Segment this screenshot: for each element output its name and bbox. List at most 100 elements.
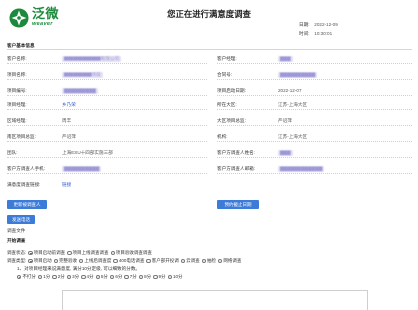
- field-label: 合同号:: [217, 72, 233, 77]
- row-divider: [217, 125, 412, 126]
- survey-category-option[interactable]: 网络调查: [218, 258, 241, 264]
- row-divider: [7, 79, 207, 80]
- row-divider: [217, 63, 412, 64]
- date-value: 2022-12-09: [314, 22, 338, 27]
- field-label: 客户方调查人姓名:: [217, 150, 256, 155]
- radio-button-icon[interactable]: [17, 274, 22, 280]
- radio-button-icon[interactable]: [81, 274, 86, 280]
- field-value: 上海ESU十四部实施三部: [62, 150, 113, 155]
- score-option-label: 4分: [86, 274, 94, 279]
- date-row: 日期: 2022-12-09: [299, 22, 338, 28]
- field-value: ▇▇▇▇▇▇▇▇▇▇▇▇: [278, 166, 325, 172]
- survey-type-row: 调查状态: 项目启动前调查 项目上线调查调查 项目验收调查调查: [7, 250, 154, 256]
- score-option[interactable]: 6分: [109, 274, 122, 280]
- survey-category-option-label: 上线后调查度: [84, 258, 112, 263]
- field-label: 项目名称:: [7, 72, 27, 77]
- survey-type-option-label: 项目启动前调查: [33, 250, 66, 255]
- survey-link[interactable]: 链接: [62, 182, 71, 188]
- radio-button-icon[interactable]: [66, 274, 72, 280]
- row-divider: [217, 79, 412, 80]
- field-value: ▇▇▇▇▇▇项目: [62, 72, 103, 78]
- update-contact-button[interactable]: 更新被调查人: [7, 200, 47, 209]
- field-value: 乡乃荣: [62, 102, 76, 107]
- score-option[interactable]: 4分: [81, 274, 94, 280]
- survey-type-option-label: 项目上线调查调查: [72, 250, 109, 255]
- score-option-label: 不打分: [22, 274, 36, 279]
- field-value: ▇▇▇: [278, 56, 293, 62]
- comment-textarea[interactable]: [62, 290, 368, 310]
- survey-category-option-label: 网络调查: [223, 258, 242, 263]
- radio-button-icon[interactable]: [67, 250, 72, 256]
- survey-category-option[interactable]: 项目启动: [28, 258, 52, 264]
- survey-category-option[interactable]: 上线后调查度: [79, 258, 111, 264]
- radio-button-icon[interactable]: [180, 258, 186, 264]
- survey-category-option[interactable]: 400电话调查: [113, 258, 144, 264]
- date-label: 日期:: [299, 22, 310, 27]
- radio-button-icon[interactable]: [95, 274, 100, 280]
- survey-category-option-label: 400电话调查: [118, 258, 145, 263]
- score-option-label: 9分: [158, 274, 166, 279]
- field-value: 江苏-上海大区: [278, 134, 308, 139]
- survey-type-option[interactable]: 项目启动前调查: [28, 250, 65, 256]
- radio-button-icon[interactable]: [153, 274, 158, 280]
- row-divider: [7, 173, 207, 174]
- survey-type-option[interactable]: 项目上线调查调查: [67, 250, 109, 256]
- radio-button-icon[interactable]: [37, 274, 43, 280]
- time-value: 10:30:01: [314, 31, 333, 36]
- field-value: ▇▇▇▇▇▇▇▇▇▇: [278, 72, 318, 78]
- field-label: 团队:: [7, 150, 18, 155]
- radio-button-icon[interactable]: [53, 258, 59, 264]
- radio-button-icon[interactable]: [28, 250, 33, 256]
- row-divider: [217, 109, 412, 110]
- radio-button-icon[interactable]: [218, 258, 223, 264]
- radio-button-icon[interactable]: [201, 258, 206, 264]
- field-label: 项目经理:: [7, 102, 27, 107]
- score-option[interactable]: 9分: [153, 274, 166, 280]
- radio-button-icon[interactable]: [146, 258, 151, 264]
- field-value: 2022-12-07: [278, 88, 302, 93]
- radio-button-icon[interactable]: [52, 274, 57, 280]
- score-option[interactable]: 3分: [66, 274, 79, 280]
- survey-category-option[interactable]: 云调查: [180, 258, 200, 264]
- score-option[interactable]: 10分: [167, 274, 182, 280]
- score-option[interactable]: 5分: [95, 274, 108, 280]
- survey-type-option[interactable]: 项目验收调查调查: [110, 250, 152, 256]
- extend-deadline-button[interactable]: 预约截止日期: [217, 200, 259, 209]
- field-label: 南区项目总监:: [7, 134, 36, 139]
- field-value: 周丰: [62, 118, 72, 123]
- survey-category-option-label: 云调查: [186, 258, 200, 263]
- radio-button-icon[interactable]: [167, 274, 172, 280]
- survey-category-option[interactable]: 完整验收: [53, 258, 78, 264]
- score-option-label: 1分: [43, 274, 51, 279]
- radio-button-icon[interactable]: [79, 258, 84, 264]
- radio-button-icon[interactable]: [138, 274, 144, 280]
- attachment-label: 调查文件: [7, 228, 26, 233]
- survey-category-option-label: 完整验收: [59, 258, 78, 263]
- logo-en-text: weaver: [32, 21, 53, 28]
- score-option[interactable]: 1分: [37, 274, 51, 280]
- score-option[interactable]: 不打分: [17, 274, 36, 280]
- row-divider: [7, 63, 207, 64]
- question-1-text: 1、对项目经理来说满意度, 满分10分定级, 可以细致的分数。: [17, 266, 141, 271]
- score-option-label: 2分: [57, 274, 65, 279]
- survey-category-option-label: 客户部开投调: [151, 258, 179, 263]
- field-label: 客户经理:: [217, 56, 237, 61]
- survey-category-option[interactable]: 抽检: [201, 258, 216, 264]
- score-option-label: 7分: [129, 274, 137, 279]
- row-divider: [217, 173, 412, 174]
- radio-button-icon[interactable]: [110, 250, 115, 256]
- survey-category-label: 调查类型:: [7, 258, 27, 263]
- score-option[interactable]: 8分: [138, 274, 151, 280]
- field-label: 区域经理:: [7, 118, 27, 123]
- field-label: 客户方调查人手机:: [7, 166, 46, 171]
- radio-button-icon[interactable]: [28, 258, 33, 264]
- radio-button-icon[interactable]: [109, 274, 115, 280]
- score-option[interactable]: 2分: [52, 274, 65, 280]
- survey-category-option[interactable]: 客户部开投调: [146, 258, 179, 264]
- send-call-button[interactable]: 发送电话: [7, 215, 35, 224]
- radio-button-icon[interactable]: [124, 274, 129, 280]
- radio-button-icon[interactable]: [113, 258, 118, 264]
- row-divider: [217, 95, 412, 96]
- field-value: 严诏萍: [62, 134, 76, 139]
- score-option[interactable]: 7分: [124, 274, 137, 280]
